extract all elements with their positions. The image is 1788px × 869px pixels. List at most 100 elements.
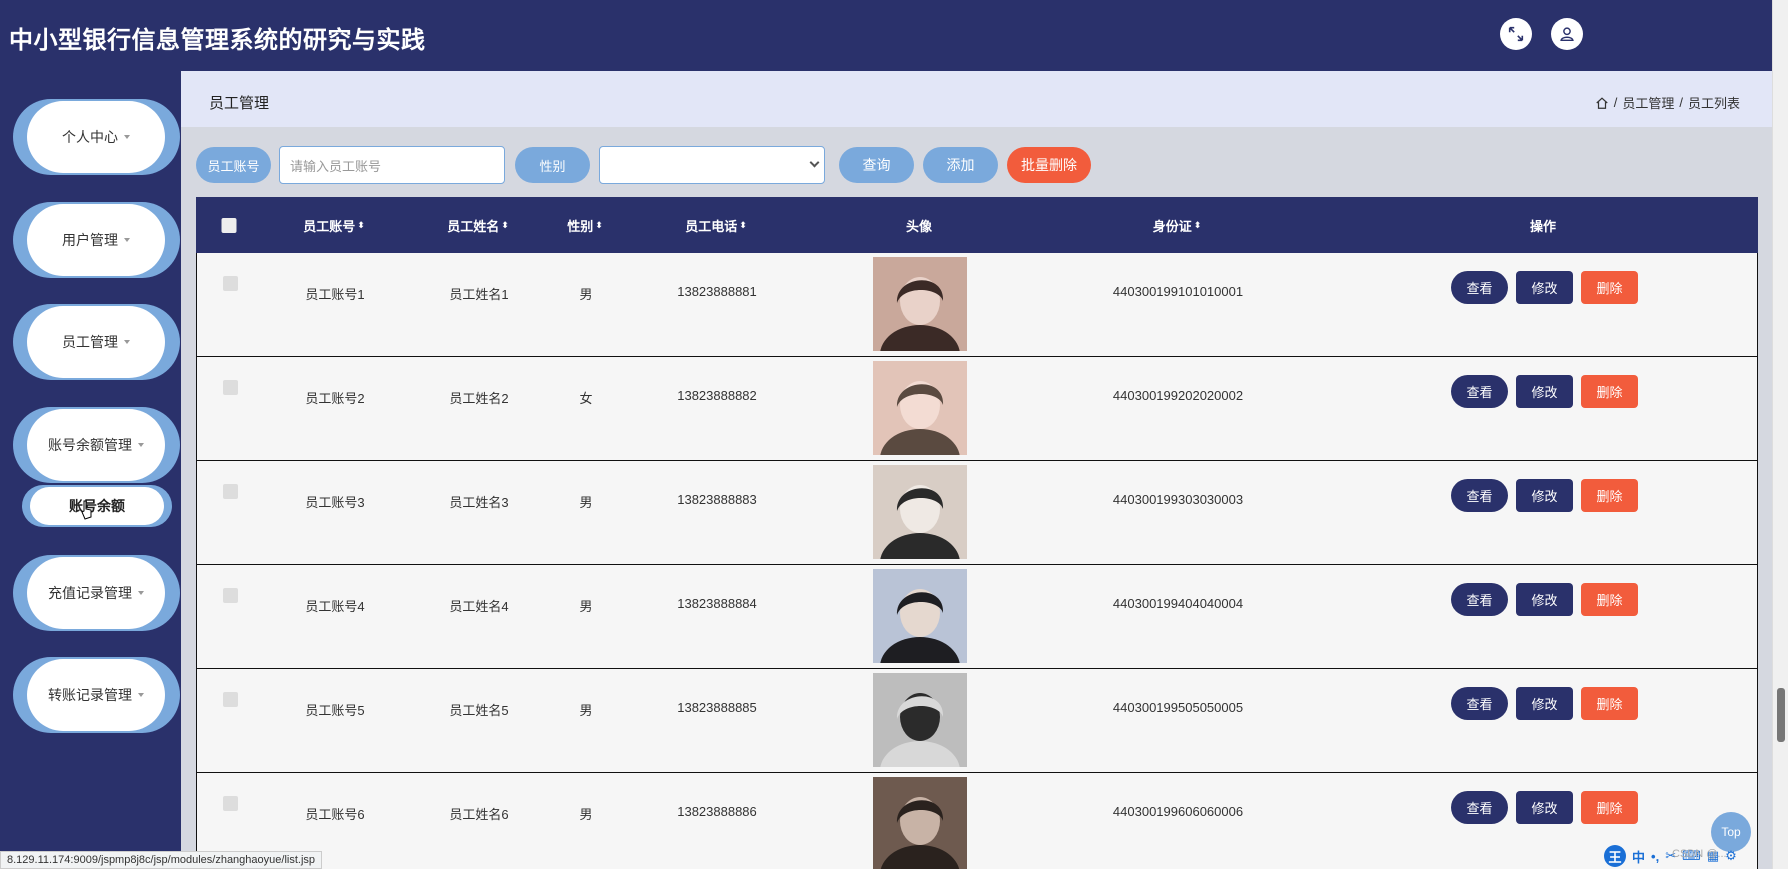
caret-down-icon [124,340,130,344]
view-button[interactable]: 查看 [1451,583,1508,616]
cell-account: 员工账号4 [305,599,365,614]
delete-button[interactable]: 删除 [1581,687,1638,720]
delete-button[interactable]: 删除 [1581,375,1638,408]
ime-settings-icon[interactable]: ⚙ [1725,848,1737,864]
gender-select[interactable] [599,146,825,184]
sidebar-item-label: 账号余额管理 [48,437,132,453]
edit-button[interactable]: 修改 [1516,271,1573,304]
sidebar-subitem-account-balance[interactable]: 账号余额 [22,485,172,527]
sidebar-item-label: 充值记录管理 [48,585,132,601]
page-title: 员工管理 [209,95,270,112]
breadcrumb: / 员工管理 / 员工列表 [1595,93,1740,112]
delete-button[interactable]: 删除 [1581,479,1638,512]
scrollbar-thumb[interactable] [1777,688,1785,742]
avatar-image [873,257,967,351]
view-button[interactable]: 查看 [1451,375,1508,408]
caret-down-icon [138,443,144,447]
add-button[interactable]: 添加 [923,147,998,183]
cell-gender: 男 [579,703,593,718]
column-header-name[interactable]: 员工姓名 ⬍ [447,197,509,253]
avatar-image [873,673,967,767]
sidebar-item-transfer-records[interactable]: 转账记录管理 [13,657,180,733]
batch-delete-button[interactable]: 批量删除 [1007,147,1091,183]
account-search-input[interactable]: 请输入员工账号 [279,146,505,184]
row-checkbox[interactable] [223,276,238,291]
column-header-phone[interactable]: 员工电话 ⬍ [685,197,747,253]
sidebar-item-label: 员工管理 [62,334,118,350]
user-icon[interactable] [1551,18,1583,50]
ime-logo-icon[interactable]: 王 [1604,845,1626,867]
row-checkbox[interactable] [223,380,238,395]
sidebar-subitem-label: 账号余额 [30,487,164,525]
sidebar-item-recharge-records[interactable]: 充值记录管理 [13,555,180,631]
column-header-gender[interactable]: 性别 ⬍ [567,197,603,253]
cell-idcard: 440300199606060006 [1112,804,1244,819]
cell-name: 员工姓名6 [449,807,509,822]
breadcrumb-item: 员工列表 [1687,96,1740,111]
watermark: CSDN @... [1672,848,1727,860]
delete-button[interactable]: 删除 [1581,271,1638,304]
home-icon[interactable] [1595,96,1609,110]
row-checkbox[interactable] [223,588,238,603]
select-all-checkbox[interactable] [221,197,237,253]
app-title: 中小型银行信息管理系统的研究与实践 [9,27,426,54]
caret-down-icon [138,591,144,595]
cell-phone: 13823888884 [677,596,757,611]
fullscreen-icon[interactable] [1500,18,1532,50]
cell-account: 员工账号3 [305,495,365,510]
sidebar-item-label: 转账记录管理 [48,687,132,703]
edit-button[interactable]: 修改 [1516,583,1573,616]
cell-gender: 男 [579,599,593,614]
column-header-actions: 操作 [1529,218,1557,234]
avatar-image [873,777,967,869]
avatar-image [873,465,967,559]
cell-name: 员工姓名1 [449,287,509,302]
edit-button[interactable]: 修改 [1516,687,1573,720]
view-button[interactable]: 查看 [1451,687,1508,720]
cell-gender: 男 [579,495,593,510]
ime-punctuation-icon[interactable]: •, [1651,849,1659,864]
table-row: 员工账号3 员工姓名3 男 13823888883 44030019930303… [196,461,1758,565]
top-bar: 中小型银行信息管理系统的研究与实践 [0,0,1772,71]
caret-down-icon [124,135,130,139]
breadcrumb-item[interactable]: 员工管理 [1622,93,1674,112]
table-row: 员工账号2 员工姓名2 女 13823888882 44030019920202… [196,357,1758,461]
edit-button[interactable]: 修改 [1516,791,1573,824]
cell-gender: 男 [579,287,593,302]
ime-mode[interactable]: 中 [1632,847,1645,866]
edit-button[interactable]: 修改 [1516,375,1573,408]
column-header-idcard[interactable]: 身份证 ⬍ [1153,197,1202,253]
view-button[interactable]: 查看 [1451,271,1508,304]
caret-down-icon [138,693,144,697]
view-button[interactable]: 查看 [1451,791,1508,824]
view-button[interactable]: 查看 [1451,479,1508,512]
cell-idcard: 440300199303030003 [1112,492,1244,507]
row-checkbox[interactable] [223,796,238,811]
avatar-image [873,361,967,455]
content-header: 员工管理 / 员工管理 / 员工列表 [181,71,1772,127]
employee-table: 员工账号 ⬍ 员工姓名 ⬍ 性别 ⬍ 员工电话 ⬍ 头像 身份证 ⬍ 操作 员工账号1 员… [196,197,1758,869]
column-header-account[interactable]: 员工账号 ⬍ [303,197,365,253]
table-row: 员工账号6 员工姓名6 男 13823888886 44030019960606… [196,773,1758,869]
row-checkbox[interactable] [223,692,238,707]
table-row: 员工账号5 员工姓名5 男 13823888885 44030019950505… [196,669,1758,773]
delete-button[interactable]: 删除 [1581,583,1638,616]
row-checkbox[interactable] [223,484,238,499]
hand-cursor-icon [81,500,92,520]
query-button[interactable]: 查询 [839,147,914,183]
delete-button[interactable]: 删除 [1581,791,1638,824]
sidebar-item-employee-management[interactable]: 员工管理 [13,304,180,380]
sidebar-item-label: 用户管理 [62,232,118,248]
cell-idcard: 440300199101010001 [1112,284,1244,299]
cell-gender: 女 [579,391,593,406]
sidebar-item-balance-management[interactable]: 账号余额管理 [13,407,180,483]
cell-account: 员工账号5 [305,703,365,718]
gender-filter-label: 性别 [515,147,590,183]
edit-button[interactable]: 修改 [1516,479,1573,512]
sidebar-item-personal-center[interactable]: 个人中心 [13,99,180,175]
table-row: 员工账号4 员工姓名4 男 13823888884 44030019940404… [196,565,1758,669]
cell-name: 员工姓名5 [449,703,509,718]
cell-phone: 13823888886 [677,804,757,819]
column-header-avatar: 头像 [905,218,933,234]
sidebar-item-user-management[interactable]: 用户管理 [13,202,180,278]
